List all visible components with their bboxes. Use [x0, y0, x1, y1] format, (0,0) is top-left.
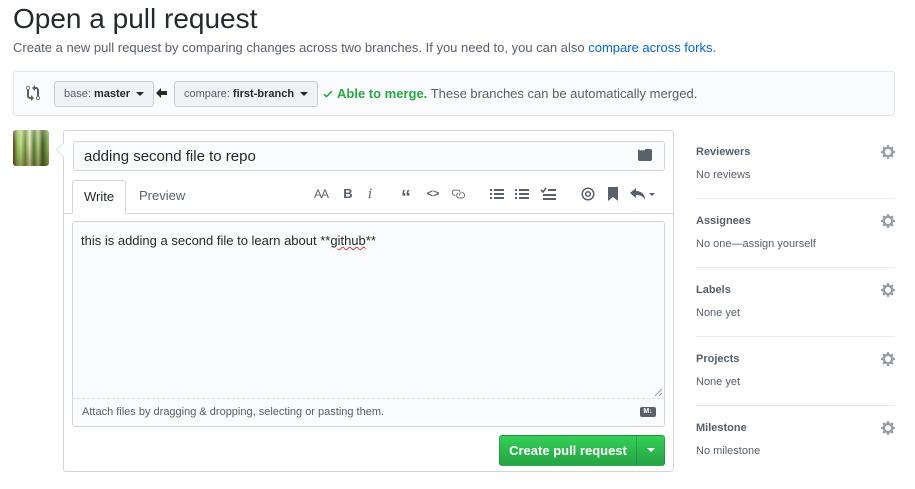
gear-icon[interactable]: [881, 352, 895, 366]
arrow-left-icon: [156, 88, 167, 98]
task-list-icon[interactable]: [540, 187, 556, 201]
chevron-down-icon: [136, 92, 145, 97]
compare-branch-selector[interactable]: compare: first-branch: [174, 81, 319, 107]
numbered-list-icon[interactable]: [515, 188, 529, 200]
base-branch-name: master: [93, 88, 131, 100]
reply-icon[interactable]: [630, 187, 656, 201]
create-pull-request-button[interactable]: Create pull request: [499, 435, 665, 466]
gear-icon[interactable]: [881, 283, 895, 297]
sidebar-reviewers: Reviewers No reviews: [696, 130, 895, 199]
attach-files-text: Attach files by dragging & dropping, sel…: [82, 406, 385, 418]
bold-icon[interactable]: B: [339, 184, 357, 204]
italic-icon[interactable]: i: [361, 184, 379, 204]
sidebar-title[interactable]: Labels: [696, 284, 731, 296]
link-icon[interactable]: [451, 188, 465, 200]
avatar[interactable]: [13, 130, 49, 166]
merge-detail-text: These branches can be automatically merg…: [430, 86, 698, 101]
compare-branch-name: first-branch: [232, 88, 295, 100]
create-options-dropdown[interactable]: [636, 436, 665, 465]
pull-request-composer: Write Preview AA B i “ <>: [56, 130, 674, 472]
title-input[interactable]: [73, 141, 665, 171]
base-label: base:: [64, 88, 91, 100]
branch-range-bar: base: master compare: first-branch Able …: [13, 71, 895, 116]
tab-preview[interactable]: Preview: [128, 180, 196, 214]
resize-handle-icon[interactable]: [654, 388, 662, 396]
sidebar-title[interactable]: Assignees: [696, 215, 751, 227]
sidebar-title[interactable]: Projects: [696, 353, 739, 365]
git-compare-icon: [26, 85, 40, 101]
comment-body-textarea[interactable]: this is adding a second file to learn ab…: [72, 221, 665, 399]
sidebar-projects: Projects None yet: [696, 337, 895, 406]
sidebar-milestone: Milestone No milestone: [696, 406, 895, 475]
base-branch-selector[interactable]: base: master: [54, 81, 155, 107]
check-icon: [323, 90, 333, 98]
compare-across-forks-link[interactable]: compare across forks: [588, 40, 712, 55]
discussion-sidebar: Reviewers No reviews Assignees No one—as…: [696, 130, 895, 475]
gear-icon[interactable]: [881, 421, 895, 435]
mention-icon[interactable]: [581, 187, 595, 201]
sidebar-assignees: Assignees No one—assign yourself: [696, 199, 895, 268]
sidebar-value: No milestone: [696, 445, 761, 457]
tab-write[interactable]: Write: [72, 180, 127, 214]
page-title: Open a pull request: [13, 3, 258, 34]
page-subtitle: Create a new pull request by comparing c…: [13, 40, 716, 56]
reference-icon[interactable]: [607, 187, 619, 201]
chevron-down-icon: [647, 448, 655, 452]
sidebar-value: No reviews: [696, 169, 751, 181]
gear-icon[interactable]: [881, 214, 895, 228]
sidebar-title[interactable]: Reviewers: [696, 146, 750, 158]
sidebar-labels: Labels None yet: [696, 268, 895, 337]
subtitle-text: Create a new pull request by comparing c…: [13, 40, 589, 55]
sidebar-value: None yet: [696, 307, 741, 319]
chevron-down-icon: [300, 92, 309, 97]
body-text-suffix: **: [365, 233, 376, 248]
subtitle-suffix: .: [712, 40, 717, 55]
code-icon[interactable]: <>: [424, 184, 442, 204]
quote-icon[interactable]: “: [397, 184, 415, 209]
sidebar-title[interactable]: Milestone: [696, 422, 747, 434]
attach-files-bar[interactable]: Attach files by dragging & dropping, sel…: [72, 399, 665, 427]
compare-label: compare:: [184, 88, 230, 100]
header-icon[interactable]: AA: [312, 184, 330, 204]
body-text-misspelled: github: [330, 233, 366, 248]
saved-replies-icon[interactable]: [638, 145, 652, 161]
merge-ok-text: Able to merge.: [337, 86, 428, 101]
bulleted-list-icon[interactable]: [490, 188, 504, 200]
sidebar-value[interactable]: No one—assign yourself: [696, 238, 816, 250]
body-text: this is adding a second file to learn ab…: [81, 233, 331, 248]
markdown-icon[interactable]: M↓: [640, 407, 656, 417]
merge-status: Able to merge. These branches can be aut…: [322, 85, 697, 103]
sidebar-value: None yet: [696, 376, 741, 388]
create-pull-request-label: Create pull request: [509, 443, 627, 458]
gear-icon[interactable]: [881, 145, 895, 159]
